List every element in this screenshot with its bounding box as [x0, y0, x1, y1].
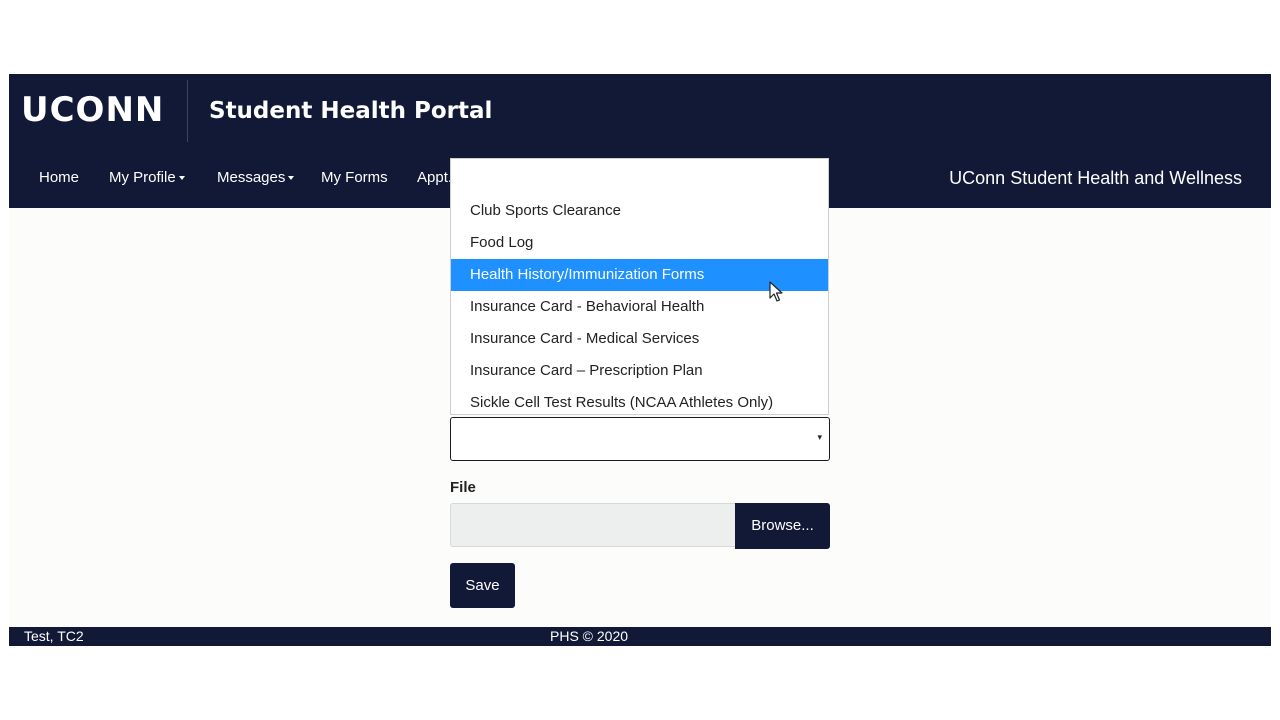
footer-user-name: Test, TC2 — [24, 628, 84, 644]
nav-my-forms[interactable]: My Forms — [321, 168, 388, 188]
file-input[interactable] — [450, 503, 735, 547]
mouse-pointer-icon — [769, 281, 783, 302]
form-type-select[interactable]: ▾ — [450, 417, 830, 461]
file-label: File — [450, 479, 476, 496]
caret-down-icon — [288, 176, 295, 181]
app-window: UCONN Student Health Portal Home My Prof… — [9, 74, 1271, 646]
footer: Test, TC2 PHS © 2020 — [9, 627, 1271, 646]
select-arrow-icon: ▾ — [817, 432, 822, 442]
nav-appt[interactable]: Appt. — [417, 168, 452, 188]
save-button[interactable]: Save — [450, 563, 515, 608]
nav-my-profile-label: My Profile — [109, 169, 176, 186]
brand-right-text: UConn Student Health and Wellness — [949, 168, 1242, 188]
nav-messages-label: Messages — [217, 169, 286, 186]
dropdown-option[interactable]: Food Log — [451, 227, 828, 259]
nav-home[interactable]: Home — [39, 168, 79, 188]
dropdown-option[interactable]: Insurance Card – Prescription Plan — [451, 355, 828, 387]
nav-my-profile[interactable]: My Profile — [109, 168, 185, 188]
nav-appt-label: Appt. — [417, 169, 453, 186]
header-divider — [187, 80, 188, 142]
footer-copyright: PHS © 2020 — [550, 628, 629, 644]
dropdown-option-empty[interactable] — [451, 163, 828, 195]
caret-down-icon — [178, 176, 185, 181]
nav-messages[interactable]: Messages — [217, 168, 295, 188]
dropdown-option[interactable]: Insurance Card - Medical Services — [451, 323, 828, 355]
browse-button[interactable]: Browse... — [735, 503, 830, 549]
uconn-logo[interactable]: UCONN — [21, 90, 164, 130]
portal-title: Student Health Portal — [209, 98, 493, 124]
dropdown-option[interactable]: Club Sports Clearance — [451, 195, 828, 227]
nav-my-forms-label: My Forms — [321, 169, 388, 186]
dropdown-option[interactable]: Sickle Cell Test Results (NCAA Athletes … — [451, 387, 828, 419]
nav-home-label: Home — [39, 169, 80, 186]
